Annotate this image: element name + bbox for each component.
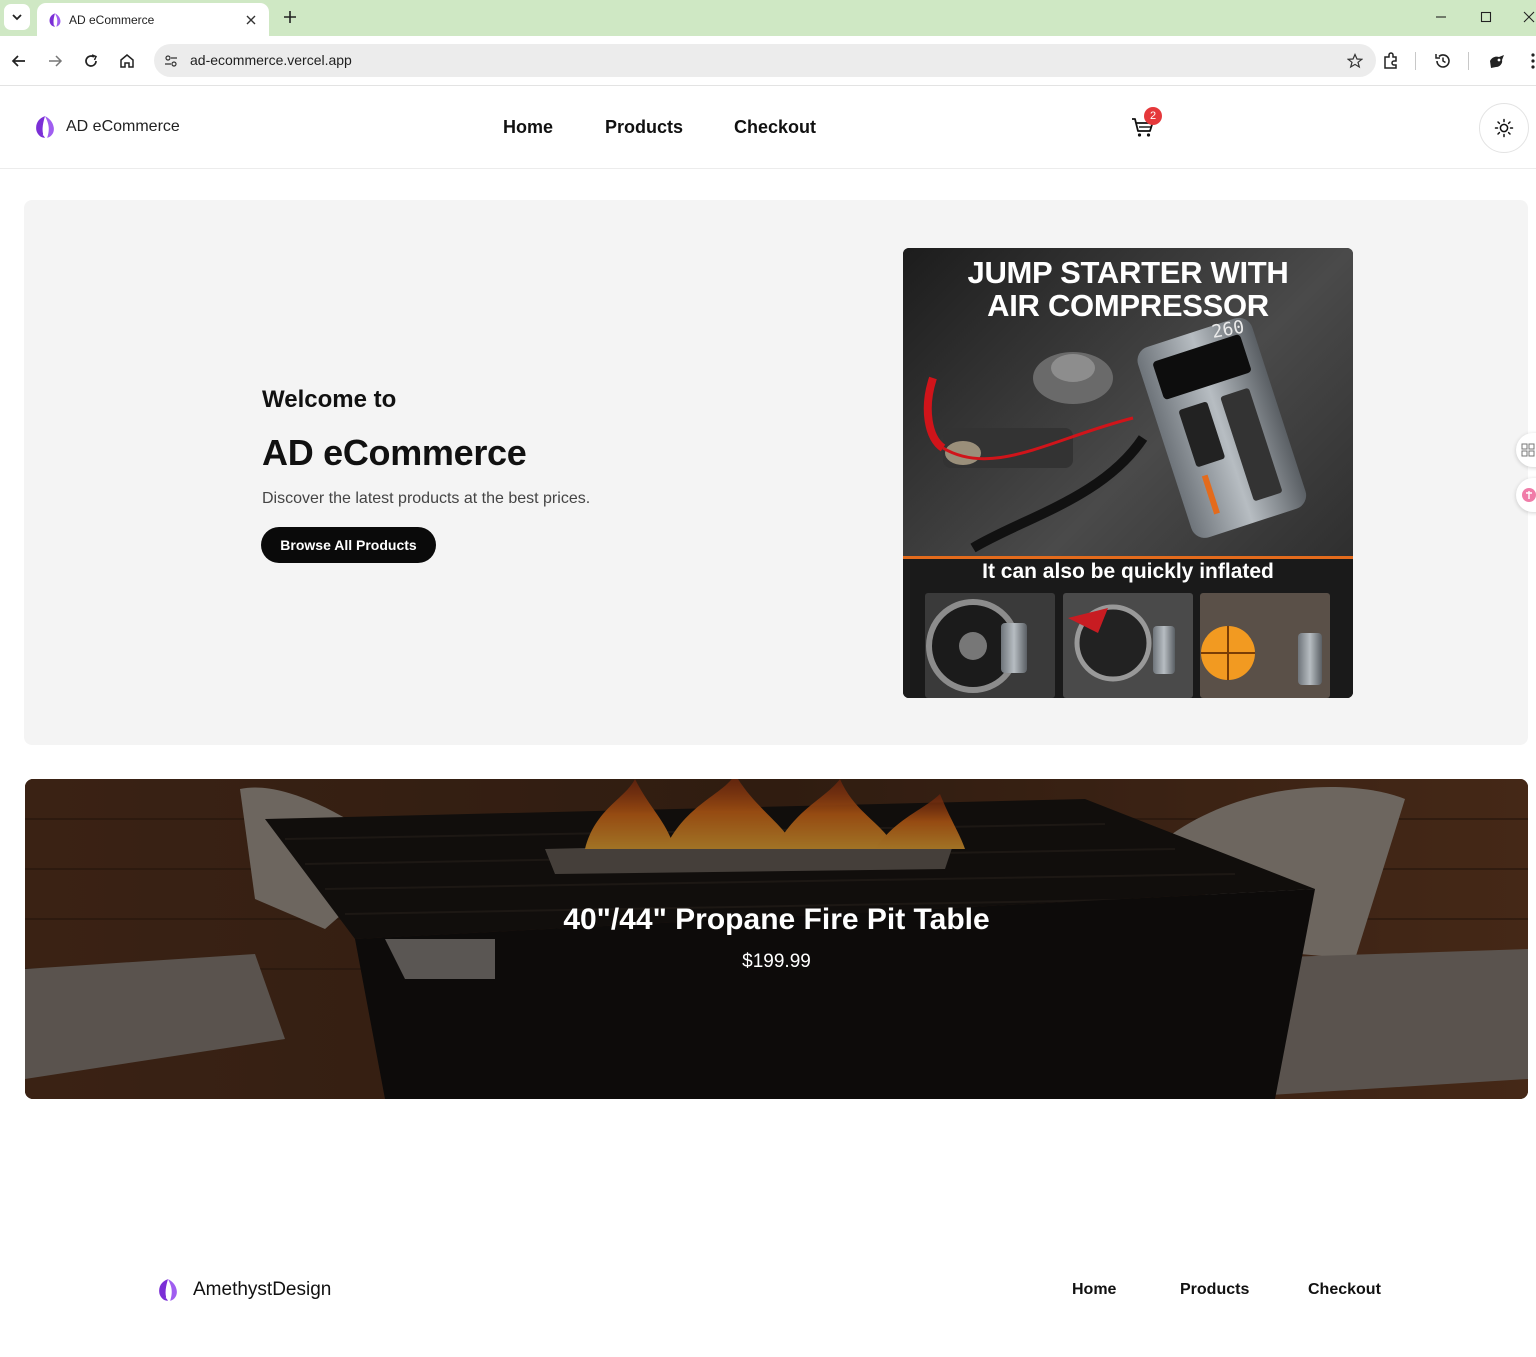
browser-tab-active[interactable]: AD eCommerce [37,3,269,36]
minimize-button[interactable] [1431,8,1451,26]
browser-tab-bar: AD eCommerce [0,0,1536,36]
tab-title: AD eCommerce [69,12,155,27]
toolbar-separator [1415,52,1416,70]
image-headline: JUMP STARTER WITH AIR COMPRESSOR [903,256,1353,322]
reload-icon [85,54,97,67]
hero-section: Welcome to AD eCommerce Discover the lat… [24,200,1528,745]
back-icon [11,55,25,67]
brand-name: AD eCommerce [66,118,180,135]
cart-button[interactable]: 2 [1130,107,1162,140]
history-icon [1435,54,1450,68]
tab-search-button[interactable] [4,4,30,30]
image-headline-line2: AIR COMPRESSOR [987,288,1269,323]
menu-icon [1531,53,1535,69]
address-bar[interactable]: ad-ecommerce.vercel.app [154,44,1376,77]
brand-link[interactable]: AD eCommerce [32,114,180,140]
logo-icon [159,1279,177,1301]
grid-icon [1521,443,1535,457]
cart-count-badge: 2 [1144,107,1162,125]
site-header: AD eCommerce Home Products Checkout 2 [0,86,1536,169]
main-nav: Home Products Checkout [503,117,816,138]
extensions-button[interactable] [1380,50,1402,72]
featured-product-title: 40"/44" Propane Fire Pit Table [563,903,990,936]
footer-link-checkout[interactable]: Checkout [1308,1281,1381,1299]
plus-icon [284,11,296,23]
forward-button[interactable] [44,50,66,72]
chevron-down-icon [12,14,22,21]
toolbar-separator [1468,52,1469,70]
image-headline-line1: JUMP STARTER WITH [967,255,1289,290]
hero-subtitle: Discover the latest products at the best… [262,490,591,507]
window-close-button[interactable] [1519,8,1536,26]
image-caption: It can also be quickly inflated [982,560,1274,583]
history-button[interactable] [1432,50,1454,72]
maximize-button[interactable] [1476,8,1496,26]
nav-link-checkout[interactable]: Checkout [734,117,816,138]
footer-brand-name: AmethystDesign [193,1279,332,1300]
hero-product-image[interactable]: 260 JUMP STARTER WITH AIR COMPRESSOR It … [903,248,1353,698]
sun-icon [1494,118,1514,138]
featured-product-price: $199.99 [742,951,811,972]
reload-button[interactable] [80,50,102,72]
translate-icon [1522,488,1536,502]
extensions-icon [1384,52,1397,69]
url-text[interactable]: ad-ecommerce.vercel.app [190,52,352,68]
theme-toggle-button[interactable] [1479,103,1529,153]
browse-all-products-button[interactable]: Browse All Products [261,527,436,563]
site-settings-icon[interactable] [162,52,180,70]
star-icon[interactable] [1346,52,1364,70]
hero-title: AD eCommerce [262,432,527,473]
browser-toolbar: ad-ecommerce.vercel.app [0,36,1536,86]
site-footer: AmethystDesign Home Products Checkout [0,1250,1536,1330]
logo-icon [49,12,61,27]
minimize-icon [1436,16,1446,18]
home-icon [120,54,134,68]
featured-product-photo [25,779,1528,1099]
forward-icon [49,55,63,67]
maximize-icon [1480,11,1492,23]
close-icon [1523,11,1535,23]
nav-link-products[interactable]: Products [605,117,683,138]
back-button[interactable] [8,50,30,72]
footer-link-products[interactable]: Products [1180,1281,1249,1299]
nav-link-home[interactable]: Home [503,117,553,138]
new-tab-button[interactable] [280,7,300,27]
featured-product-banner[interactable]: 40"/44" Propane Fire Pit Table $199.99 [25,779,1528,1099]
home-button[interactable] [116,50,138,72]
browser-menu-button[interactable] [1522,50,1536,72]
close-icon[interactable] [243,12,259,28]
hero-welcome-text: Welcome to [262,386,397,413]
footer-brand-link[interactable]: AmethystDesign [155,1277,331,1303]
footer-link-home[interactable]: Home [1072,1281,1116,1299]
profile-icon [1490,55,1504,68]
logo-icon [36,116,54,138]
profile-button[interactable] [1486,50,1508,72]
